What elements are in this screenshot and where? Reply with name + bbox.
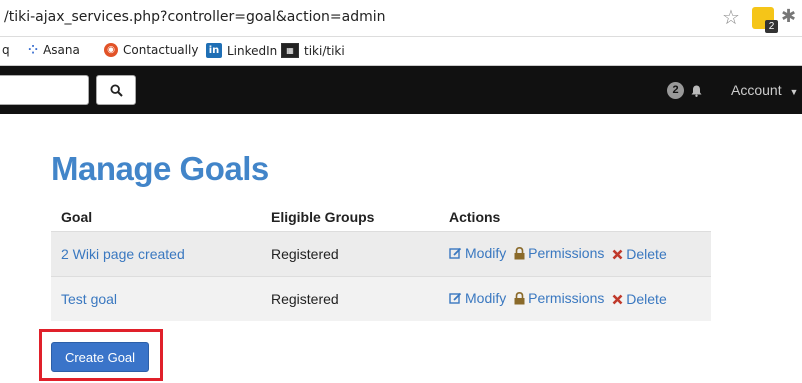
bug-extension-icon[interactable]: ✱ xyxy=(781,6,796,27)
extension-icon[interactable]: 2 xyxy=(752,7,778,33)
bookmark-linkedin[interactable]: in LinkedIn xyxy=(206,43,277,58)
goals-table: Goal Eligible Groups Actions 2 Wiki page… xyxy=(51,203,711,321)
column-header-goal: Goal xyxy=(61,209,93,225)
page-title: Manage Goals xyxy=(51,150,269,187)
goal-link[interactable]: Test goal xyxy=(61,291,117,307)
permissions-link[interactable]: Permissions xyxy=(514,245,604,261)
delete-x-icon xyxy=(612,249,623,260)
groups-cell: Registered xyxy=(261,231,439,277)
bookmark-asana[interactable]: ⁘ Asana xyxy=(28,43,80,57)
search-icon xyxy=(109,83,123,97)
bookmark-contactually[interactable]: ◉ Contactually xyxy=(104,43,198,57)
goal-link[interactable]: 2 Wiki page created xyxy=(61,246,185,262)
delete-link[interactable]: Delete xyxy=(612,291,667,307)
actions-cell: Modify Permissions Delete xyxy=(439,276,711,321)
table-row: Test goal Registered Modify Permissions … xyxy=(51,276,711,321)
goal-cell: Test goal xyxy=(51,276,261,321)
contactually-icon: ◉ xyxy=(104,43,118,57)
bell-icon xyxy=(691,85,702,97)
extension-badge: 2 xyxy=(765,20,778,33)
asana-icon: ⁘ xyxy=(28,43,39,57)
tiki-icon: ▦ xyxy=(281,43,299,58)
bookmarks-bar: q ⁘ Asana ◉ Contactually in LinkedIn ▦ t… xyxy=(0,37,802,66)
table-header-row: Goal Eligible Groups Actions xyxy=(51,203,711,232)
edit-icon xyxy=(449,247,462,259)
account-label: Account xyxy=(731,82,782,98)
bookmark-tiki[interactable]: ▦ tiki/tiki xyxy=(281,43,345,58)
browser-address-bar[interactable]: /tiki-ajax_services.php?controller=goal&… xyxy=(0,0,802,37)
actions-cell: Modify Permissions Delete xyxy=(439,231,711,277)
caret-down-icon: ▼ xyxy=(789,87,799,97)
table-row: 2 Wiki page created Registered Modify Pe… xyxy=(51,231,711,277)
permissions-link[interactable]: Permissions xyxy=(514,290,604,306)
account-menu[interactable]: Account ▼ xyxy=(731,82,798,98)
delete-x-icon xyxy=(612,294,623,305)
top-navbar: 2 Account ▼ xyxy=(0,66,802,114)
delete-link[interactable]: Delete xyxy=(612,246,667,262)
linkedin-icon: in xyxy=(206,43,222,58)
column-header-actions: Actions xyxy=(449,209,501,225)
groups-cell: Registered xyxy=(261,276,439,321)
edit-icon xyxy=(449,292,462,304)
column-header-eligible-groups: Eligible Groups xyxy=(271,209,375,225)
url-text[interactable]: /tiki-ajax_services.php?controller=goal&… xyxy=(4,9,386,25)
search-button[interactable] xyxy=(96,75,136,105)
notifications[interactable]: 2 xyxy=(667,82,702,99)
bookmark-q[interactable]: q xyxy=(2,43,10,57)
search-input[interactable] xyxy=(0,75,89,105)
bookmark-star-icon[interactable]: ☆ xyxy=(722,5,740,30)
lock-icon xyxy=(514,246,525,260)
notification-count: 2 xyxy=(667,82,684,99)
goal-cell: 2 Wiki page created xyxy=(51,231,261,277)
modify-link[interactable]: Modify xyxy=(449,245,506,261)
lock-icon xyxy=(514,291,525,305)
create-goal-button[interactable]: Create Goal xyxy=(51,342,149,372)
modify-link[interactable]: Modify xyxy=(449,290,506,306)
